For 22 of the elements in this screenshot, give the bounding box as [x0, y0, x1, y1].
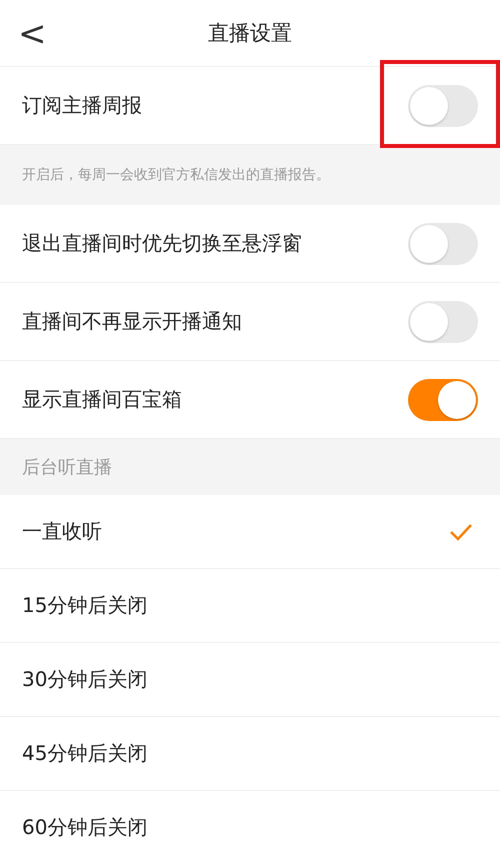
option-label: 一直收听: [22, 518, 102, 545]
toggle-switch[interactable]: [408, 378, 478, 420]
toggle-switch[interactable]: [408, 300, 478, 342]
option-row[interactable]: 30分钟后关闭: [0, 643, 500, 717]
page-title: 直播设置: [208, 20, 292, 47]
section-header: 后台听直播: [21, 456, 113, 480]
setting-note: 开启后，每周一会收到官方私信发出的直播报告。: [21, 166, 331, 185]
setting-label: 订阅主播周报: [22, 92, 142, 119]
setting-label: 直播间不再显示开播通知: [22, 308, 242, 335]
option-label: 15分钟后关闭: [22, 592, 148, 619]
setting-label: 显示直播间百宝箱: [22, 386, 182, 413]
toggle-switch[interactable]: [408, 222, 478, 264]
back-button[interactable]: <: [12, 14, 52, 54]
option-row[interactable]: 15分钟后关闭: [0, 569, 500, 643]
option-label: 60分钟后关闭: [22, 814, 148, 841]
option-label: 30分钟后关闭: [22, 666, 148, 693]
option-label: 45分钟后关闭: [22, 740, 148, 767]
setting-label: 退出直播间时优先切换至悬浮窗: [22, 230, 302, 257]
option-row[interactable]: 45分钟后关闭: [0, 717, 500, 791]
option-row[interactable]: 60分钟后关闭: [0, 791, 500, 857]
option-row[interactable]: 一直收听: [0, 495, 500, 569]
toggle-switch[interactable]: [408, 84, 478, 126]
